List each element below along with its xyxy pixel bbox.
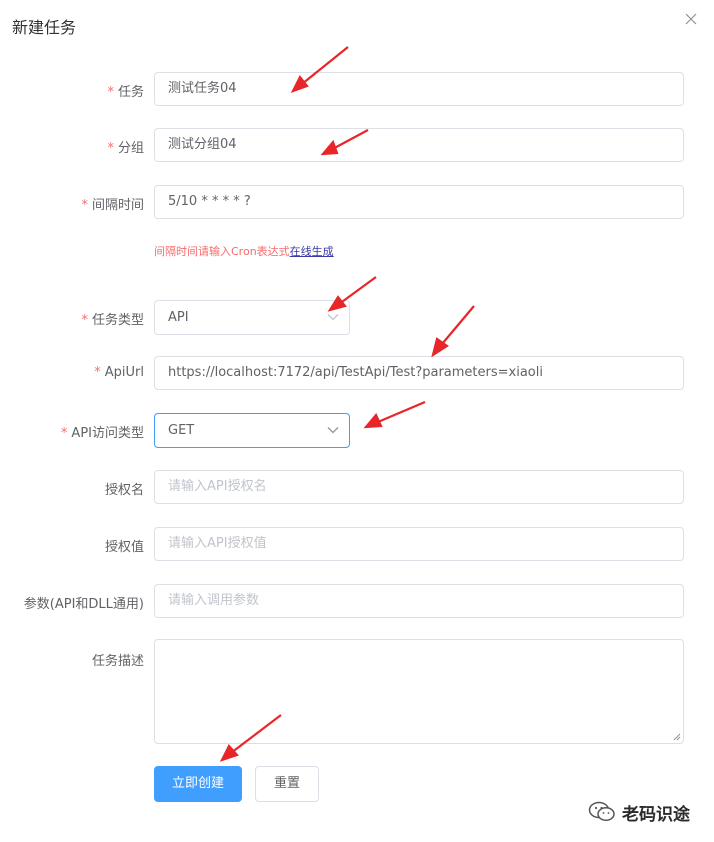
auth-value-label: 授权值 (104, 540, 144, 555)
required-mark: * (107, 85, 114, 100)
required-mark: * (81, 313, 88, 328)
auth-value-input[interactable]: 请输入API授权值 (154, 527, 684, 561)
required-mark: * (94, 365, 101, 380)
auth-name-input[interactable]: 请输入API授权名 (154, 470, 684, 504)
api-url-input[interactable]: https://localhost:7172/api/TestApi/Test?… (154, 356, 684, 390)
arrow-annotation (370, 400, 426, 427)
api-method-label-text: API访问类型 (71, 426, 144, 441)
group-label: * 分组 (107, 137, 144, 156)
task-label-text: 任务 (117, 85, 144, 100)
params-input[interactable]: 请输入调用参数 (154, 584, 684, 618)
online-generate-link[interactable]: 在线生成 (290, 245, 334, 258)
api-url-label-text: ApiUrl (104, 365, 144, 380)
api-method-value: GET (168, 423, 195, 438)
arrow-annotation (219, 744, 239, 762)
api-method-select[interactable]: GET (154, 413, 350, 448)
resize-grip-icon[interactable] (673, 733, 681, 741)
required-mark: * (81, 198, 88, 213)
task-type-label-text: 任务类型 (91, 313, 144, 328)
api-method-label: * API访问类型 (61, 422, 144, 441)
arrow-annotation (436, 305, 475, 351)
group-input[interactable]: 测试分组04 (154, 128, 684, 162)
task-label: * 任务 (107, 81, 144, 100)
watermark-text: 老码识途 (622, 804, 690, 825)
interval-input[interactable]: 5/10 * * * * ? (154, 185, 684, 219)
description-label: 任务描述 (91, 654, 144, 669)
chevron-down-icon (327, 314, 339, 321)
required-mark: * (60, 426, 68, 441)
chevron-down-icon (327, 427, 339, 434)
create-button[interactable]: 立即创建 (154, 766, 242, 802)
auth-name-label: 授权名 (104, 483, 144, 498)
watermark: 老码识途 (588, 800, 690, 825)
task-type-value: API (168, 310, 189, 325)
interval-hint-text: 间隔时间请输入Cron表达式 (154, 245, 290, 258)
task-input[interactable]: 测试任务04 (154, 72, 684, 106)
dialog-title: 新建任务 (12, 18, 77, 37)
params-label: 参数(API和DLL通用) (23, 597, 144, 612)
group-label-text: 分组 (117, 141, 144, 156)
interval-label-text: 间隔时间 (91, 198, 144, 213)
arrow-annotation (363, 412, 383, 429)
arrow-annotation (431, 337, 449, 358)
wechat-icon (588, 801, 615, 822)
api-url-label: * ApiUrl (94, 365, 144, 380)
reset-button[interactable]: 重置 (255, 766, 319, 802)
description-textarea[interactable] (154, 639, 684, 744)
interval-hint: 间隔时间请输入Cron表达式在线生成 (154, 243, 334, 259)
close-icon[interactable] (685, 13, 699, 27)
task-type-select[interactable]: API (154, 300, 350, 335)
interval-label: * 间隔时间 (81, 194, 144, 213)
task-type-label: * 任务类型 (81, 309, 144, 328)
required-mark: * (107, 141, 114, 156)
